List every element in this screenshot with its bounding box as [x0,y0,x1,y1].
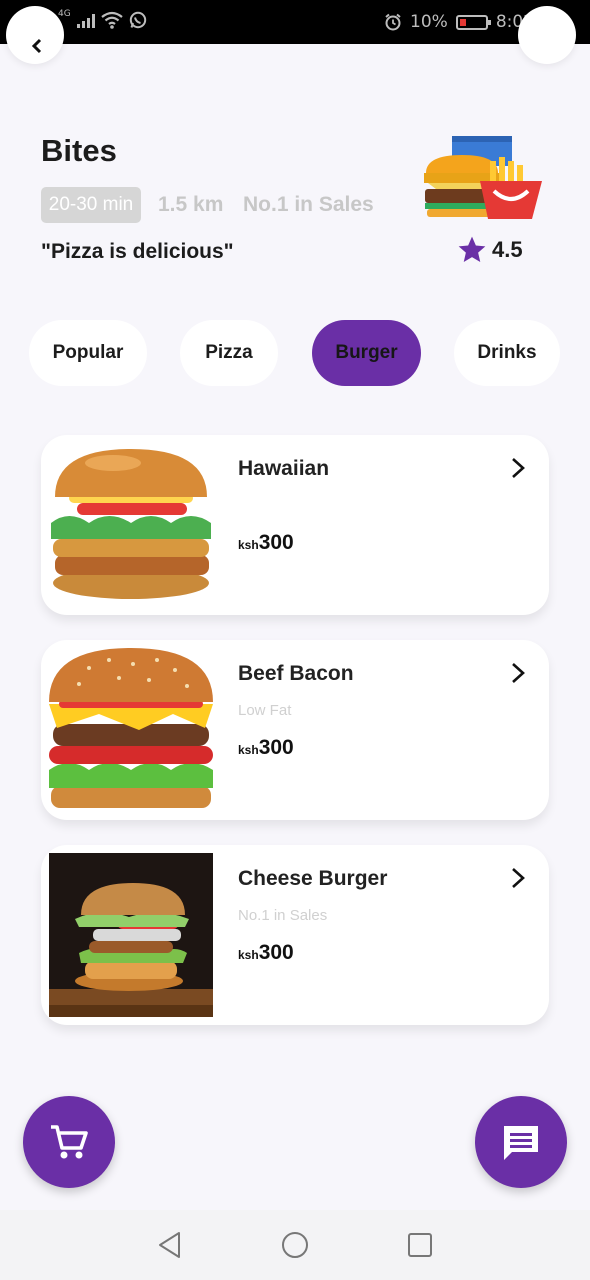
back-nav-icon[interactable] [155,1230,185,1260]
item-price: ksh300 [238,736,294,760]
signal-icon [76,12,95,28]
back-button[interactable] [6,6,64,64]
system-nav-bar [0,1210,590,1280]
tab-drinks[interactable]: Drinks [454,320,560,386]
distance-label: 1.5 km [158,193,224,216]
tab-burger[interactable]: Burger [312,320,421,386]
restaurant-logo [424,136,542,219]
chat-icon [504,1126,538,1160]
tab-pizza[interactable]: Pizza [180,320,278,386]
star-icon [458,236,486,262]
battery-percent: 10% [410,12,448,32]
price-currency: ksh [238,948,259,962]
tab-label: Pizza [205,342,253,363]
tab-popular[interactable]: Popular [29,320,147,386]
price-currency: ksh [238,743,259,757]
item-name: Beef Bacon [238,662,354,685]
price-amount: 300 [258,736,294,759]
cart-icon [51,1125,88,1159]
restaurant-name: Bites [41,133,117,168]
sales-badge: No.1 in Sales [243,193,374,216]
more-button[interactable] [518,6,576,64]
rating: 4.5 [456,234,523,266]
delivery-time-chip: 20-30 min [41,187,141,223]
item-price: ksh300 [238,941,294,965]
whatsapp-icon [129,11,146,29]
wifi-icon [101,11,123,29]
beef-bacon-burger-image [49,648,213,812]
hawaiian-burger-image [49,443,213,607]
price-currency: ksh [238,538,259,552]
chevron-right-icon[interactable] [509,457,527,479]
item-name: Hawaiian [238,457,330,480]
chat-button[interactable] [475,1096,567,1188]
tab-label: Drinks [477,342,537,363]
chevron-right-icon[interactable] [509,867,527,889]
chevron-right-icon[interactable] [509,662,527,684]
menu-item-card[interactable]: Hawaiian ksh300 [41,435,549,615]
battery-icon [455,14,491,30]
price-amount: 300 [258,531,294,554]
menu-item-card[interactable]: Beef Bacon Low Fat ksh300 [41,640,549,820]
alarm-icon [385,13,401,31]
cart-button[interactable] [23,1096,115,1188]
price-amount: 300 [258,941,294,964]
status-bar: 4G 10% 8:02 [0,0,590,44]
tab-label: Burger [335,342,398,363]
menu-item-card[interactable]: Cheese Burger No.1 in Sales ksh300 [41,845,549,1025]
item-price: ksh300 [238,531,294,555]
cheese-burger-image [49,853,213,1017]
back-arrow-icon [31,38,42,54]
rating-value: 4.5 [492,237,523,262]
recents-nav-icon[interactable] [405,1230,435,1260]
home-nav-icon[interactable] [280,1230,310,1260]
item-name: Cheese Burger [238,867,388,890]
item-subtitle: Low Fat [238,702,292,719]
item-subtitle: No.1 in Sales [238,907,328,924]
tab-label: Popular [52,342,124,363]
restaurant-quote: "Pizza is delicious" [41,240,234,263]
